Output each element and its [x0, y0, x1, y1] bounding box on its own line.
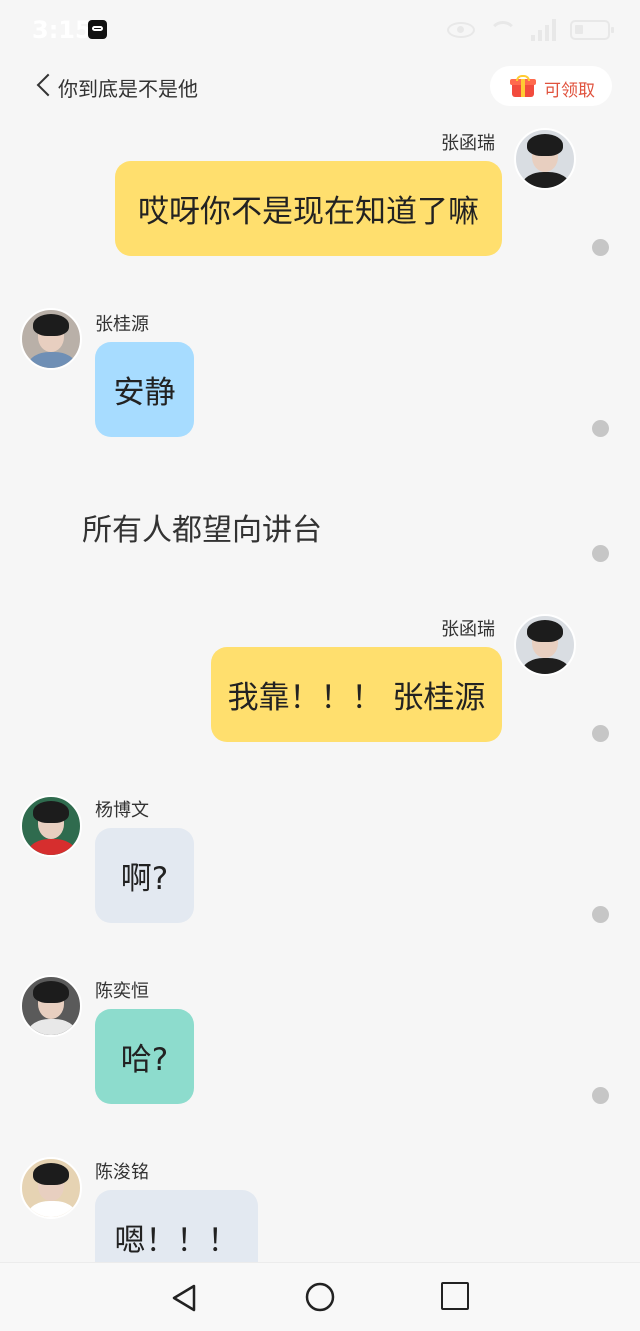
gift-icon	[510, 75, 536, 97]
status-dot	[592, 1087, 609, 1104]
avatar[interactable]	[20, 308, 82, 370]
message-bubble[interactable]: 安静	[95, 342, 194, 437]
eye-icon	[447, 22, 475, 38]
sender-name: 陈奕恒	[95, 981, 149, 1002]
sender-name: 张函瑞	[441, 619, 495, 640]
wifi-icon	[489, 19, 517, 41]
status-dot	[592, 725, 609, 742]
status-dot	[592, 906, 609, 923]
avatar[interactable]	[20, 975, 82, 1037]
notification-app-icon	[88, 20, 107, 39]
status-time: 3:15	[32, 16, 92, 44]
chevron-left-icon[interactable]	[32, 72, 58, 98]
avatar[interactable]	[514, 614, 576, 676]
system-nav-bar	[0, 1262, 640, 1331]
narration-text[interactable]: 所有人都望向讲台	[82, 505, 322, 549]
status-dot	[592, 545, 609, 562]
claim-label: 可领取	[544, 81, 595, 101]
square-recent-icon[interactable]	[441, 1282, 469, 1310]
claim-reward-button[interactable]: 可领取	[490, 66, 612, 106]
status-icons	[447, 16, 614, 44]
status-dot	[592, 239, 609, 256]
avatar[interactable]	[20, 795, 82, 857]
sender-name: 张桂源	[95, 314, 149, 335]
page-title[interactable]: 你到底是不是他	[58, 73, 198, 102]
avatar[interactable]	[20, 1157, 82, 1219]
message-bubble[interactable]: 我靠！！！ 张桂源	[211, 647, 502, 742]
status-dot	[592, 420, 609, 437]
signal-icon	[531, 19, 556, 41]
message-bubble[interactable]: 哎呀你不是现在知道了嘛	[115, 161, 502, 256]
sender-name: 陈浚铭	[95, 1162, 149, 1183]
avatar[interactable]	[514, 128, 576, 190]
message-bubble[interactable]: 哈?	[95, 1009, 194, 1104]
chat-header: 你到底是不是他 可领取	[0, 60, 640, 112]
message-bubble[interactable]: 啊?	[95, 828, 194, 923]
status-bar: 3:15	[0, 0, 640, 60]
battery-icon	[570, 20, 614, 40]
circle-home-icon[interactable]	[305, 1282, 335, 1312]
triangle-back-icon[interactable]	[170, 1283, 198, 1313]
sender-name: 杨博文	[95, 800, 149, 821]
sender-name: 张函瑞	[441, 133, 495, 154]
